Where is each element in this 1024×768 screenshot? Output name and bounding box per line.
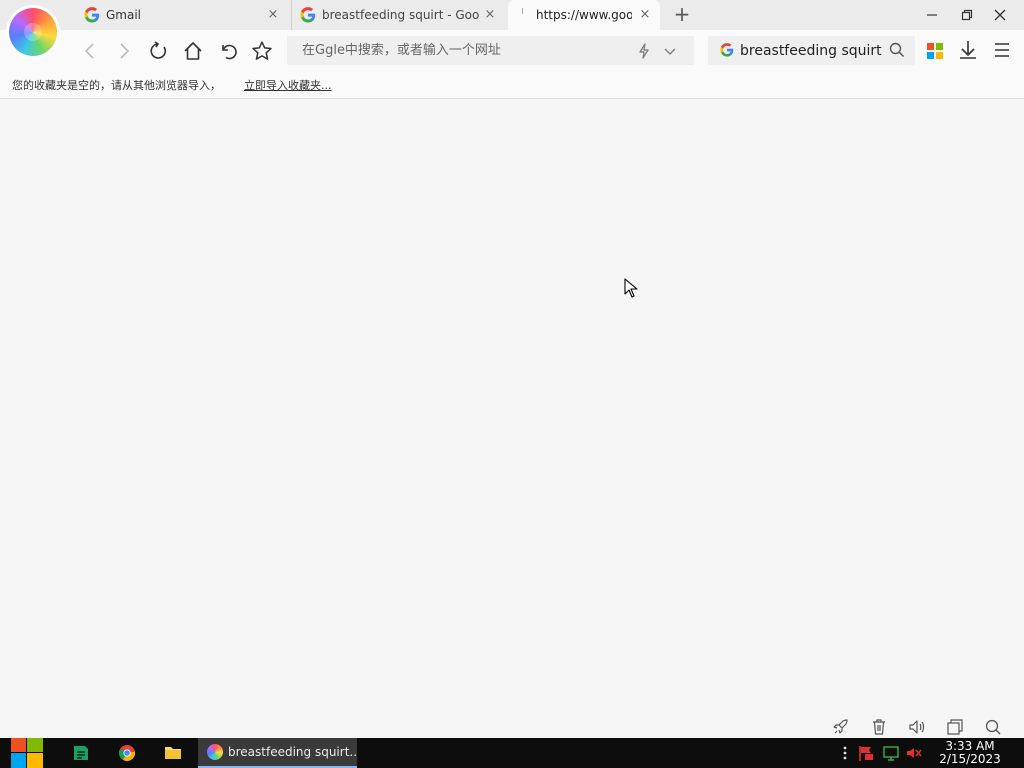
refresh-icon [150, 41, 167, 59]
forward-button[interactable] [111, 38, 137, 64]
more-icon[interactable] [837, 745, 853, 761]
tab-close-icon[interactable]: × [638, 7, 652, 23]
chrome-icon[interactable] [114, 741, 140, 765]
bookmark-bar: 您的收藏夹是空的，请从其他浏览器导入， 立即导入收藏夹... [0, 71, 1024, 99]
browser-logo-icon [207, 744, 223, 760]
google-g-icon [300, 7, 316, 23]
sheets-icon [74, 746, 88, 760]
volume-muted-icon[interactable] [906, 745, 922, 761]
zoom-icon[interactable] [984, 718, 1002, 736]
back-icon [84, 43, 94, 59]
windows-start-icon[interactable] [10, 738, 44, 768]
import-bookmarks-link[interactable]: 立即导入收藏夹... [244, 77, 332, 93]
flag-icon[interactable] [858, 745, 874, 761]
lightning-icon[interactable] [637, 43, 651, 59]
restore-icon [961, 9, 973, 21]
apps-grid-icon[interactable] [927, 43, 944, 60]
chevron-down-icon[interactable] [663, 44, 677, 58]
tab-title: breastfeeding squirt - Google [322, 8, 480, 22]
address-bar [287, 36, 694, 65]
taskbar: breastfeeding squirt... 3:33 AM 2/15/202… [0, 738, 1024, 768]
trash-icon[interactable] [870, 718, 888, 736]
sound-icon[interactable] [908, 718, 926, 736]
google-g-icon[interactable] [720, 43, 734, 57]
bookmark-star-button[interactable] [249, 38, 275, 64]
home-button[interactable] [180, 38, 206, 64]
search-input[interactable] [738, 36, 882, 65]
bookmarks-empty-message: 您的收藏夹是空的，请从其他浏览器导入， [12, 79, 221, 92]
tab-active-loading[interactable]: https://www.goog × [508, 0, 660, 30]
taskbar-window-label: breastfeeding squirt... [228, 745, 357, 759]
restore-closed-tab-button[interactable] [215, 38, 241, 64]
browser-logo[interactable] [9, 8, 57, 56]
minimize-button[interactable] [915, 0, 949, 30]
file-explorer-icon[interactable] [160, 741, 186, 765]
tab-close-icon[interactable]: × [266, 7, 280, 23]
home-icon [184, 42, 202, 60]
tab-gmail[interactable]: Gmail × [76, 0, 288, 30]
tab-google-search[interactable]: breastfeeding squirt - Google × [291, 0, 505, 30]
search-icon[interactable] [889, 42, 905, 58]
title-bar: Gmail × breastfeeding squirt - Google × … [0, 0, 1024, 30]
google-g-icon [84, 7, 100, 23]
menu-icon[interactable] [990, 38, 1014, 62]
sheets-app-icon[interactable] [68, 741, 94, 765]
tab-title: Gmail [106, 8, 142, 22]
mouse-cursor-icon [624, 278, 638, 298]
close-window-button[interactable] [983, 0, 1017, 30]
taskbar-clock[interactable]: 3:33 AM 2/15/2023 [934, 740, 1006, 766]
clock-date: 2/15/2023 [939, 752, 1001, 766]
undo-icon [222, 44, 237, 60]
folder-icon [165, 747, 181, 759]
restore-button[interactable] [950, 0, 984, 30]
minimize-icon [927, 14, 937, 16]
address-input[interactable] [287, 36, 627, 65]
search-box [708, 36, 915, 65]
window-icon[interactable] [946, 718, 964, 736]
download-icon[interactable] [956, 38, 980, 62]
star-icon [252, 41, 272, 60]
loading-icon [522, 8, 528, 14]
status-bar [0, 716, 1024, 738]
back-button[interactable] [77, 38, 103, 64]
close-icon [994, 9, 1006, 21]
chrome-logo-icon [119, 745, 136, 761]
new-tab-button[interactable]: + [670, 2, 694, 28]
navigation-bar [0, 30, 1024, 71]
refresh-button[interactable] [146, 38, 172, 64]
tab-title: https://www.goog [536, 8, 632, 22]
taskbar-browser-window[interactable]: breastfeeding squirt... [198, 738, 357, 768]
forward-icon [120, 43, 130, 59]
rocket-icon[interactable] [832, 718, 850, 736]
network-icon[interactable] [883, 745, 899, 761]
tab-close-icon[interactable]: × [483, 7, 497, 23]
page-content[interactable] [0, 100, 1024, 716]
